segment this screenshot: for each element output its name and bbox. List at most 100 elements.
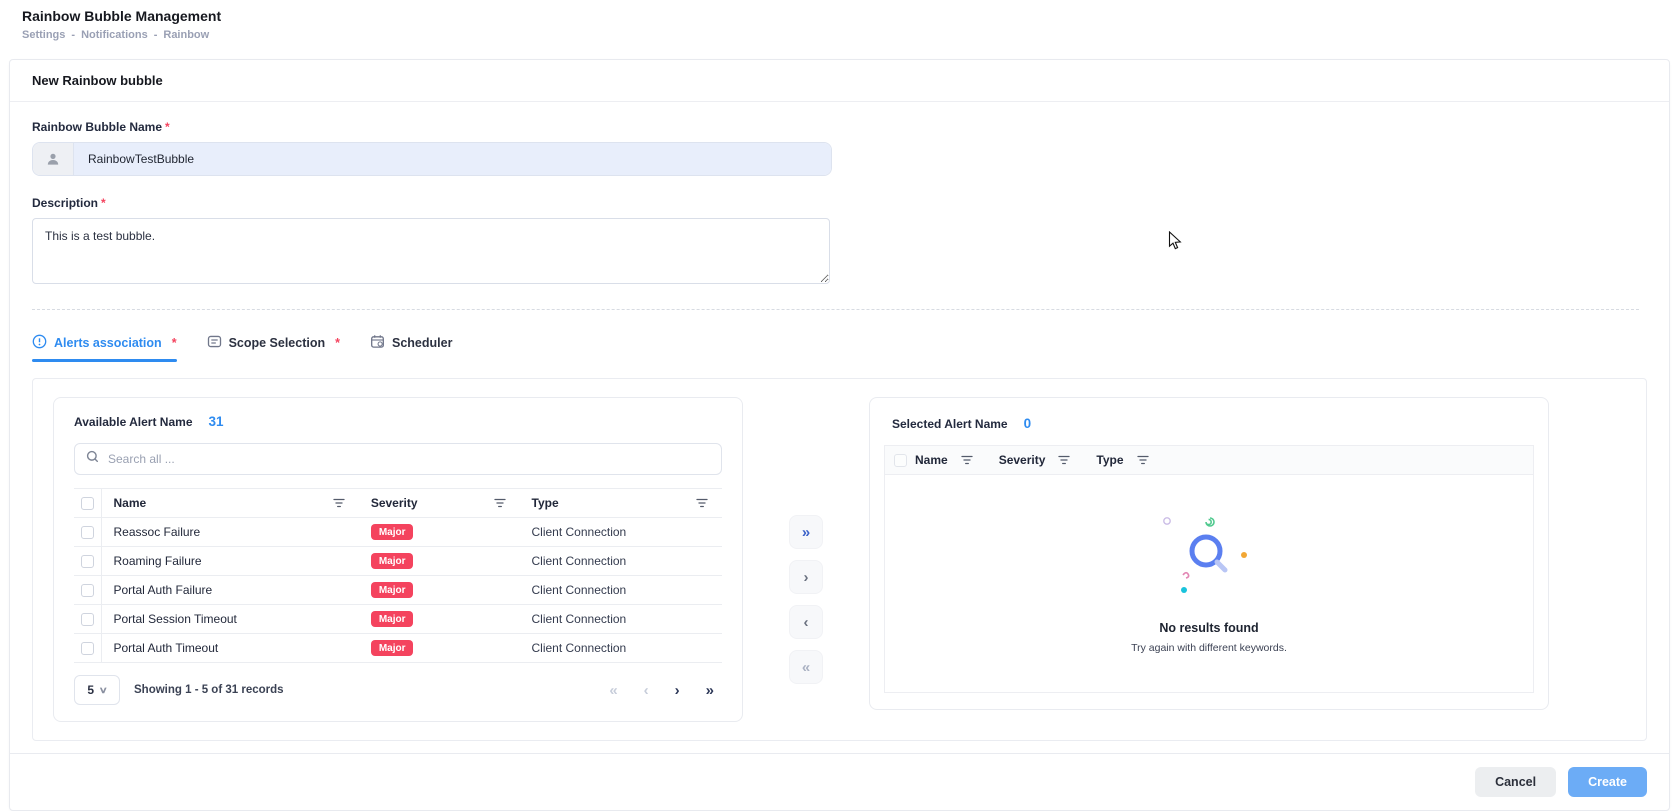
- table-row: Reassoc Failure Major Client Connection: [74, 518, 722, 547]
- tab-bar: Alerts association * Scope Selection * S…: [32, 334, 1647, 362]
- empty-state-subtitle: Try again with different keywords.: [1131, 642, 1287, 654]
- table-header-row: Name Severity Type: [74, 489, 722, 518]
- table-row: Portal Auth Timeout Major Client Connect…: [74, 634, 722, 663]
- select-all-checkbox[interactable]: [81, 497, 94, 510]
- filter-icon[interactable]: [1137, 455, 1149, 465]
- alerts-association-panel: Available Alert Name 31 Name Severity: [32, 378, 1647, 741]
- filter-icon[interactable]: [333, 498, 345, 508]
- scope-list-icon: [207, 334, 222, 352]
- available-panel-title: Available Alert Name: [74, 415, 193, 429]
- select-all-checkbox[interactable]: [894, 454, 907, 467]
- description-textarea[interactable]: This is a test bubble.: [32, 218, 830, 284]
- column-header-severity: Severity: [371, 496, 418, 510]
- move-all-left-button[interactable]: «: [789, 650, 823, 684]
- tab-scope-selection[interactable]: Scope Selection *: [207, 334, 340, 362]
- column-header-severity: Severity: [999, 453, 1046, 467]
- move-left-button[interactable]: ‹: [789, 605, 823, 639]
- table-row: Portal Auth Failure Major Client Connect…: [74, 576, 722, 605]
- row-checkbox[interactable]: [81, 555, 94, 568]
- row-checkbox[interactable]: [81, 642, 94, 655]
- user-icon: [33, 143, 74, 175]
- severity-badge: Major: [371, 611, 414, 627]
- page-header: Rainbow Bubble Management Settings - Not…: [0, 0, 1679, 47]
- page-title: Rainbow Bubble Management: [22, 8, 1657, 24]
- required-asterisk: *: [165, 120, 170, 134]
- table-row: Portal Session Timeout Major Client Conn…: [74, 605, 722, 634]
- new-rainbow-bubble-card: New Rainbow bubble Rainbow Bubble Name* …: [9, 59, 1670, 811]
- column-header-type: Type: [532, 496, 559, 510]
- bubble-name-input-group: [32, 142, 832, 176]
- selected-alerts-panel: Selected Alert Name 0 Name Severity Type: [869, 397, 1549, 710]
- filter-icon[interactable]: [1058, 455, 1070, 465]
- selected-table-header: Name Severity Type: [884, 445, 1534, 475]
- tab-label: Scheduler: [392, 336, 452, 350]
- page-size-select[interactable]: 5 ∨: [74, 675, 120, 705]
- column-header-name: Name: [114, 496, 147, 510]
- available-alerts-table: Name Severity Type Reassoc Failure Major…: [74, 488, 722, 663]
- column-header-name: Name: [915, 453, 948, 467]
- search-input[interactable]: [108, 452, 710, 466]
- alert-name: Reassoc Failure: [101, 518, 359, 547]
- description-field-label: Description*: [32, 196, 1647, 210]
- move-right-button[interactable]: ›: [789, 560, 823, 594]
- row-checkbox[interactable]: [81, 526, 94, 539]
- search-box: [74, 443, 722, 475]
- severity-badge: Major: [371, 640, 414, 656]
- next-page-button[interactable]: ›: [675, 682, 680, 699]
- transfer-buttons: » › ‹ «: [743, 397, 869, 684]
- breadcrumb-item-settings[interactable]: Settings: [22, 29, 65, 41]
- alert-type: Client Connection: [520, 518, 723, 547]
- tab-label: Scope Selection: [229, 336, 326, 350]
- pagination-bar: 5 ∨ Showing 1 - 5 of 31 records « ‹ › »: [74, 675, 722, 705]
- tab-label: Alerts association: [54, 336, 162, 350]
- section-divider: [32, 309, 1639, 310]
- form-footer: Cancel Create: [10, 753, 1669, 810]
- column-header-type: Type: [1096, 453, 1123, 467]
- selected-count: 0: [1024, 416, 1032, 431]
- breadcrumb-separator: -: [154, 29, 158, 41]
- prev-page-button[interactable]: ‹: [644, 682, 649, 699]
- bubble-name-input[interactable]: [74, 143, 831, 175]
- tab-alerts-association[interactable]: Alerts association *: [32, 334, 177, 362]
- alert-type: Client Connection: [520, 576, 723, 605]
- search-icon: [86, 450, 99, 468]
- alert-name: Portal Session Timeout: [101, 605, 359, 634]
- row-checkbox[interactable]: [81, 584, 94, 597]
- first-page-button[interactable]: «: [609, 682, 617, 699]
- tab-scheduler[interactable]: Scheduler: [370, 334, 452, 362]
- alert-name: Roaming Failure: [101, 547, 359, 576]
- required-asterisk: *: [172, 336, 177, 350]
- card-body: Rainbow Bubble Name* Description* This i…: [10, 102, 1669, 753]
- alert-type: Client Connection: [520, 605, 723, 634]
- alert-name: Portal Auth Failure: [101, 576, 359, 605]
- breadcrumb-separator: -: [71, 29, 75, 41]
- breadcrumb-item-rainbow[interactable]: Rainbow: [163, 29, 209, 41]
- selected-panel-title: Selected Alert Name: [892, 417, 1008, 431]
- active-tab-underline: [32, 359, 177, 362]
- alert-circle-icon: [32, 334, 47, 352]
- breadcrumb: Settings - Notifications - Rainbow: [22, 29, 1657, 41]
- alert-type: Client Connection: [520, 634, 723, 663]
- create-button[interactable]: Create: [1568, 767, 1647, 797]
- filter-icon[interactable]: [696, 498, 708, 508]
- empty-state: No results found Try again with differen…: [884, 475, 1534, 693]
- filter-icon[interactable]: [494, 498, 506, 508]
- breadcrumb-item-notifications[interactable]: Notifications: [81, 29, 148, 41]
- table-row: Roaming Failure Major Client Connection: [74, 547, 722, 576]
- pagination-summary: Showing 1 - 5 of 31 records: [134, 684, 284, 696]
- severity-badge: Major: [371, 524, 414, 540]
- no-results-illustration: [1134, 513, 1284, 603]
- available-count: 31: [209, 414, 224, 429]
- last-page-button[interactable]: »: [706, 682, 714, 699]
- cancel-button[interactable]: Cancel: [1475, 767, 1556, 797]
- row-checkbox[interactable]: [81, 613, 94, 626]
- filter-icon[interactable]: [961, 455, 973, 465]
- severity-badge: Major: [371, 582, 414, 598]
- severity-badge: Major: [371, 553, 414, 569]
- required-asterisk: *: [335, 336, 340, 350]
- alert-type: Client Connection: [520, 547, 723, 576]
- available-alerts-panel: Available Alert Name 31 Name Severity: [53, 397, 743, 722]
- calendar-icon: [370, 334, 385, 352]
- name-field-label: Rainbow Bubble Name*: [32, 120, 1647, 134]
- move-all-right-button[interactable]: »: [789, 515, 823, 549]
